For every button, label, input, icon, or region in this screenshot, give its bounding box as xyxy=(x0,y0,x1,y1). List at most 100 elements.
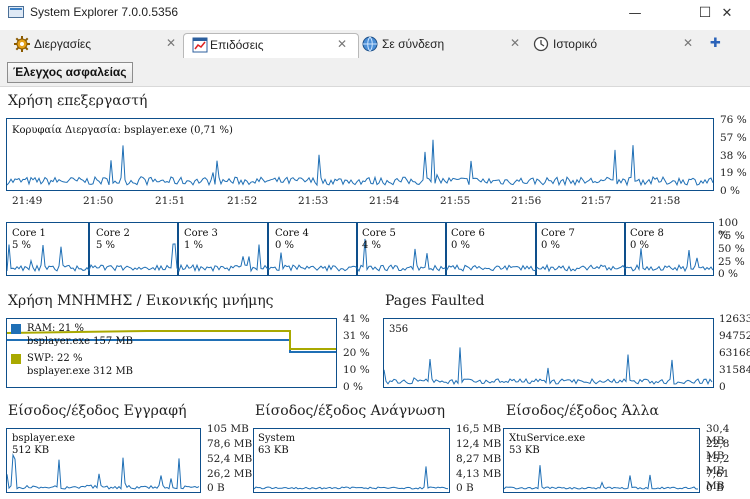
close-button[interactable]: ✕ xyxy=(704,0,750,26)
minimize-button[interactable]: — xyxy=(612,0,658,26)
ram-label: RAM: 21 % xyxy=(27,323,84,334)
performance-monitor-icon xyxy=(192,37,208,53)
io-read-value: 63 KB xyxy=(258,445,289,456)
io-write-value: 512 KB xyxy=(12,445,50,456)
cpu-y-tick: 0 % xyxy=(720,185,740,197)
cores-y-tick: 0 % xyxy=(718,268,738,280)
io-read-y-tick: 12,4 MB xyxy=(456,438,502,450)
tab-label: Επιδόσεις xyxy=(210,38,264,52)
swp-process: bsplayer.exe 312 MB xyxy=(27,366,134,377)
cores-y-tick: 50 % xyxy=(718,243,745,255)
io-read-y-tick: 4,13 MB xyxy=(456,468,502,480)
core-value: 0 % xyxy=(541,240,561,251)
cpu-x-tick: 21:49 xyxy=(12,195,43,207)
cpu-x-tick: 21:54 xyxy=(369,195,400,207)
io-write-y-tick: 105 MB xyxy=(207,423,249,435)
cpu-top-process-label: Κορυφαία Διεργασία: bsplayer.exe (0,71 %… xyxy=(12,125,233,136)
cpu-y-tick: 19 % xyxy=(720,167,747,179)
core-value: 0 % xyxy=(451,240,471,251)
core-label: Core 2 xyxy=(96,228,130,239)
memory-y-tick: 0 % xyxy=(343,381,363,393)
ram-process: bsplayer.exe 157 MB xyxy=(27,336,134,347)
tab-online[interactable]: Σε σύνδεση ✕ xyxy=(362,33,522,57)
pages-faulted-series-line xyxy=(384,347,713,386)
io-write-process: bsplayer.exe xyxy=(12,433,75,444)
memory-y-tick: 10 % xyxy=(343,364,370,376)
cpu-x-tick: 21:56 xyxy=(511,195,542,207)
io-read-y-tick: 8,27 MB xyxy=(456,453,502,465)
tab-close-icon[interactable]: ✕ xyxy=(683,36,693,50)
core-value: 0 % xyxy=(630,240,650,251)
io-read-title: Είσοδος/έξοδος Ανάγνωση xyxy=(255,403,445,419)
io-write-series-line xyxy=(7,453,200,491)
tab-close-icon[interactable]: ✕ xyxy=(337,37,347,51)
pages-y-tick: 126336 xyxy=(719,313,750,325)
window-title: System Explorer 7.0.0.5356 xyxy=(30,5,179,19)
cpu-y-tick: 57 % xyxy=(720,132,747,144)
core-label: Core 1 xyxy=(12,228,46,239)
pages-y-tick: 94752 xyxy=(719,330,750,342)
security-check-button[interactable]: Έλεγχος ασφαλείας xyxy=(7,62,133,83)
pages-faulted-title: Pages Faulted xyxy=(385,293,485,309)
gear-icon xyxy=(14,36,30,52)
tab-close-icon[interactable]: ✕ xyxy=(510,36,520,50)
cpu-x-tick: 21:57 xyxy=(581,195,612,207)
io-write-y-tick: 26,2 MB xyxy=(207,468,253,480)
tab-label: Διεργασίες xyxy=(34,37,91,51)
core-value: 5 % xyxy=(12,240,32,251)
memory-y-tick: 31 % xyxy=(343,330,370,342)
pages-y-tick: 63168 xyxy=(719,347,750,359)
core-value: 0 % xyxy=(275,240,295,251)
core-value: 1 % xyxy=(184,240,204,251)
cpu-section-title: Χρήση επεξεργαστή xyxy=(8,93,148,109)
memory-y-tick: 41 % xyxy=(343,313,370,325)
cpu-series-line xyxy=(7,139,713,187)
core-label: Core 6 xyxy=(451,228,485,239)
pages-faulted-current: 356 xyxy=(389,324,409,335)
pages-faulted-line xyxy=(384,347,713,386)
core-label: Core 7 xyxy=(541,228,575,239)
tab-label: Ιστορικό xyxy=(553,37,598,51)
cpu-x-tick: 21:53 xyxy=(298,195,329,207)
cpu-x-tick: 21:58 xyxy=(650,195,681,207)
core-label: Core 4 xyxy=(275,228,309,239)
io-write-title: Είσοδος/έξοδος Εγγραφή xyxy=(8,403,187,419)
tab-processes[interactable]: Διεργασίες ✕ xyxy=(14,33,176,57)
io-read-series-line xyxy=(254,466,449,490)
pages-y-tick: 0 xyxy=(719,381,726,393)
globe-icon xyxy=(362,36,378,52)
cores-y-tick: 25 % xyxy=(718,256,745,268)
swp-legend-swatch xyxy=(11,354,21,364)
core-value: 4 % xyxy=(362,240,382,251)
app-icon xyxy=(8,6,24,18)
core-label: Core 5 xyxy=(362,228,396,239)
cpu-x-tick: 21:52 xyxy=(227,195,258,207)
io-read-y-tick: 16,5 MB xyxy=(456,423,502,435)
io-read-y-tick: 0 B xyxy=(456,482,474,494)
cores-y-tick: 75 % xyxy=(718,230,745,242)
memory-y-tick: 20 % xyxy=(343,347,370,359)
core-value: 5 % xyxy=(96,240,116,251)
tab-label: Σε σύνδεση xyxy=(382,37,445,51)
io-other-y-tick: 0 B xyxy=(706,482,724,494)
io-write-y-tick: 0 B xyxy=(207,482,225,494)
tab-history[interactable]: Ιστορικό ✕ xyxy=(533,33,693,57)
core-label: Core 3 xyxy=(184,228,218,239)
core-label: Core 8 xyxy=(630,228,664,239)
cpu-x-tick: 21:51 xyxy=(155,195,186,207)
cpu-x-tick: 21:55 xyxy=(440,195,471,207)
cpu-x-tick: 21:50 xyxy=(83,195,114,207)
pages-y-tick: 31584 xyxy=(719,364,750,376)
add-tab-icon[interactable]: ✚ xyxy=(710,36,721,51)
io-other-series-line xyxy=(504,465,698,490)
io-other-title: Είσοδος/έξοδος Άλλα xyxy=(506,403,659,419)
io-write-y-tick: 52,4 MB xyxy=(207,453,253,465)
io-write-y-tick: 78,6 MB xyxy=(207,438,253,450)
tab-close-icon[interactable]: ✕ xyxy=(166,36,176,50)
clock-icon xyxy=(533,36,549,52)
ram-legend-swatch xyxy=(11,324,21,334)
tab-performance[interactable]: Επιδόσεις ✕ xyxy=(183,33,359,58)
cpu-y-tick: 76 % xyxy=(720,114,747,126)
io-other-value: 53 KB xyxy=(509,445,540,456)
pages-faulted-graph xyxy=(383,318,714,388)
